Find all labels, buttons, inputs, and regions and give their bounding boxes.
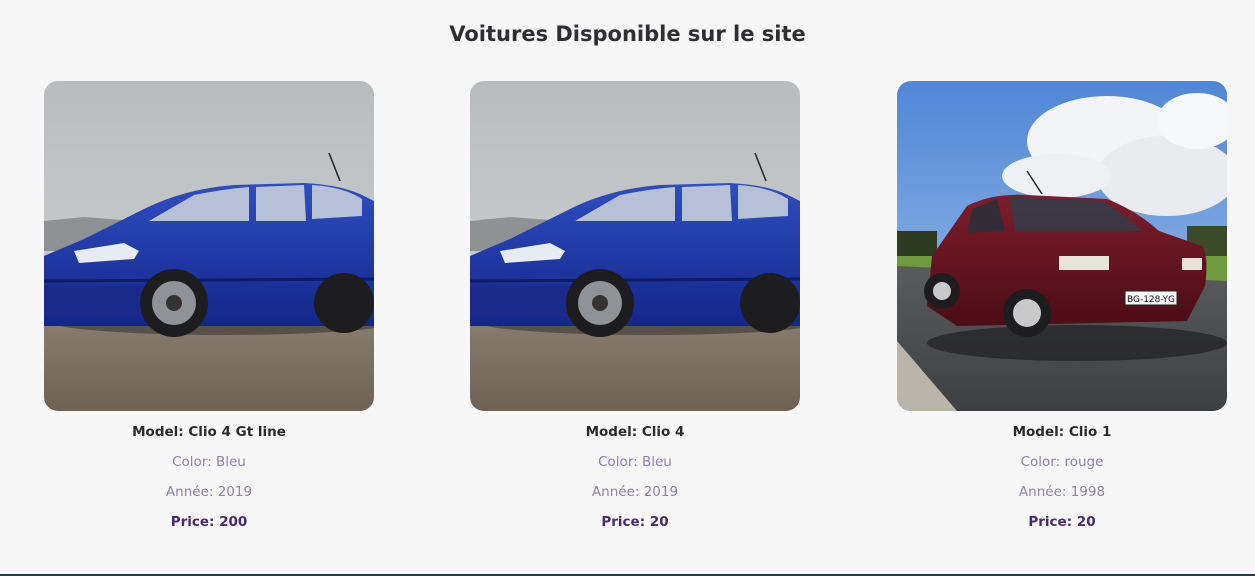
car-model: Model: Clio 1 [1012,424,1112,440]
car-price: Price: 200 [170,514,248,530]
car-year: Année: 2019 [165,484,253,500]
license-plate: BG-128-YG [1127,295,1175,305]
car-model: Model: Clio 4 [585,424,685,440]
car-year: Année: 1998 [1018,484,1106,500]
car-color: Color: rouge [1020,454,1104,470]
page-title: Voitures Disponible sur le site [449,22,806,46]
car-price: Price: 20 [1028,514,1096,530]
car-card: Model: Clio 4 Gt line Color: Bleu Année:… [44,81,374,531]
car-price: Price: 20 [601,514,669,530]
car-card: Model: Clio 4 Color: Bleu Année: 2019 Pr… [470,81,800,531]
car-photo-blue-hatchback [470,81,800,411]
car-model: Model: Clio 4 Gt line [132,424,286,440]
car-year: Année: 2019 [591,484,679,500]
car-photo-blue-hatchback [44,81,374,411]
car-photo-red-hatchback: BG-128-YG [897,81,1227,411]
car-color: Color: Bleu [172,454,246,470]
car-card: BG-128-YG Model: Clio 1 Color: rouge Ann… [897,81,1227,531]
car-color: Color: Bleu [598,454,672,470]
